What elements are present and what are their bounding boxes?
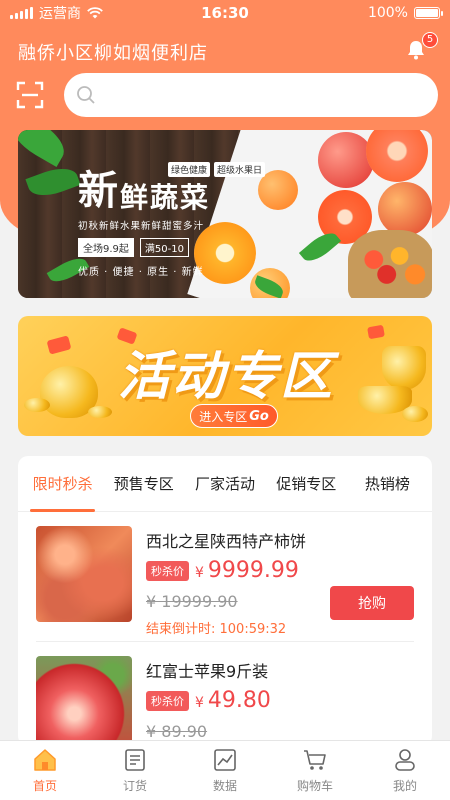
promo-title: 活动专区 — [118, 347, 335, 407]
clock: 16:30 — [201, 4, 249, 22]
banner-tags: 绿色健康 超级水果日 — [168, 162, 266, 177]
price-row: 秒杀价 ¥ 49.80 — [146, 688, 271, 713]
original-price: ¥ 89.90 — [146, 722, 208, 741]
tab-flash-sale[interactable]: 限时秒杀 — [22, 456, 103, 512]
cart-icon — [304, 750, 326, 770]
product-name: 红富士苹果9斤装 — [146, 662, 269, 681]
category-tabs: 限时秒杀 预售专区 厂家活动 促销专区 热销榜 — [18, 456, 432, 512]
profile-icon — [395, 749, 415, 771]
tabbar-label: 数据 — [212, 779, 237, 793]
tab-promotion[interactable]: 促销专区 — [266, 456, 347, 512]
countdown: 结束倒计时: 100:59:32 — [146, 622, 287, 637]
buy-button[interactable]: 抢购 — [330, 586, 414, 620]
banner-title-rest: 鲜蔬菜 — [120, 181, 211, 214]
flash-price-tag: 秒杀价 — [146, 560, 189, 581]
banner-footer: 优质 · 便捷 · 原生 · 新鲜 — [78, 267, 204, 278]
gift-icon — [367, 324, 385, 340]
original-price: ¥ 19999.90 — [146, 592, 238, 611]
coin-icon — [88, 406, 112, 418]
data-icon — [214, 749, 236, 771]
tabbar-label: 我的 — [392, 779, 417, 793]
tabbar-cart[interactable]: 购物车 — [270, 741, 360, 800]
search-row — [0, 72, 450, 118]
banner-promo: 全场9.9起 满50-10 — [78, 238, 210, 257]
carrier-label: 运营商 — [39, 6, 81, 22]
gift-icon — [46, 335, 72, 355]
flash-price: ¥ 49.80 — [195, 688, 271, 713]
search-box[interactable] — [64, 73, 438, 117]
wifi-icon — [87, 7, 103, 19]
tab-manufacturer[interactable]: 厂家活动 — [184, 456, 265, 512]
banner-text: 新鲜蔬菜 绿色健康 超级水果日 初秋新鲜水果新鲜甜蜜多汁 全场9.9起 满50-… — [78, 158, 266, 278]
price-row: 秒杀价 ¥ 9999.99 — [146, 558, 299, 583]
search-icon — [77, 86, 95, 104]
scan-icon[interactable] — [16, 81, 44, 109]
banner-promo-2: 满50-10 — [139, 238, 189, 257]
flash-price-tag: 秒杀价 — [146, 690, 189, 711]
coin-icon — [402, 406, 428, 422]
fruit-basket-image — [348, 230, 432, 298]
search-input[interactable] — [104, 87, 426, 103]
tab-presale[interactable]: 预售专区 — [103, 456, 184, 512]
store-header: 融侨小区柳如烟便利店 5 — [0, 32, 450, 68]
enter-zone-button[interactable]: 进入专区 Go — [190, 404, 278, 428]
flash-price: ¥ 9999.99 — [195, 558, 299, 583]
banner-tag: 超级水果日 — [214, 162, 266, 177]
banner-subtitle: 初秋新鲜水果新鲜甜蜜多汁 — [78, 221, 205, 232]
product-panel: 限时秒杀 预售专区 厂家活动 促销专区 热销榜 西北之星陕西特产柿饼 秒杀价 ¥… — [18, 456, 432, 746]
currency-symbol: ¥ — [195, 565, 204, 581]
tab-bestseller[interactable]: 热销榜 — [347, 456, 428, 512]
apple-image — [318, 132, 374, 188]
product-image-persimmon[interactable] — [36, 526, 132, 622]
fresh-produce-banner[interactable]: 新鲜蔬菜 绿色健康 超级水果日 初秋新鲜水果新鲜甜蜜多汁 全场9.9起 满50-… — [18, 130, 432, 298]
product-image-apple[interactable] — [36, 656, 132, 746]
tabbar-home[interactable]: 首页 — [0, 741, 90, 800]
banner-title-big: 新 — [78, 168, 120, 214]
apple-image — [378, 182, 432, 236]
banner-promo-1: 全场9.9起 — [78, 238, 134, 257]
promo-zone-banner[interactable]: 活动专区 进入专区 Go — [18, 316, 432, 436]
tabbar-profile[interactable]: 我的 — [360, 741, 450, 800]
tabbar-label: 订货 — [122, 779, 147, 793]
coin-icon — [24, 398, 50, 412]
battery-percent: 100% — [367, 5, 408, 21]
home-icon — [34, 749, 56, 771]
go-label: Go — [249, 408, 269, 424]
order-icon — [125, 749, 145, 771]
price-value: 9999.99 — [207, 558, 299, 583]
status-bar: 运营商 16:30 100% — [0, 0, 450, 26]
signal-icon — [10, 7, 33, 19]
notification-button[interactable]: 5 — [404, 32, 438, 66]
battery-icon — [413, 7, 443, 19]
banner-tag: 绿色健康 — [168, 162, 211, 177]
tabbar-label: 首页 — [32, 779, 57, 793]
currency-symbol: ¥ — [195, 695, 204, 711]
store-name: 融侨小区柳如烟便利店 — [18, 43, 208, 64]
notification-badge: 5 — [422, 32, 438, 48]
product-name: 西北之星陕西特产柿饼 — [146, 532, 307, 551]
bottom-tab-bar: 首页 订货 数据 购物车 我的 — [0, 740, 450, 800]
tabbar-data[interactable]: 数据 — [180, 741, 270, 800]
tabbar-label: 购物车 — [296, 779, 333, 793]
product-item[interactable]: 红富士苹果9斤装 秒杀价 ¥ 49.80 ¥ 89.90 — [36, 642, 414, 746]
enter-zone-label: 进入专区 — [199, 409, 248, 424]
price-value: 49.80 — [207, 688, 271, 713]
gold-pot-icon — [382, 346, 426, 390]
product-item[interactable]: 西北之星陕西特产柿饼 秒杀价 ¥ 9999.99 ¥ 19999.90 结束倒计… — [36, 512, 414, 642]
tabbar-order[interactable]: 订货 — [90, 741, 180, 800]
